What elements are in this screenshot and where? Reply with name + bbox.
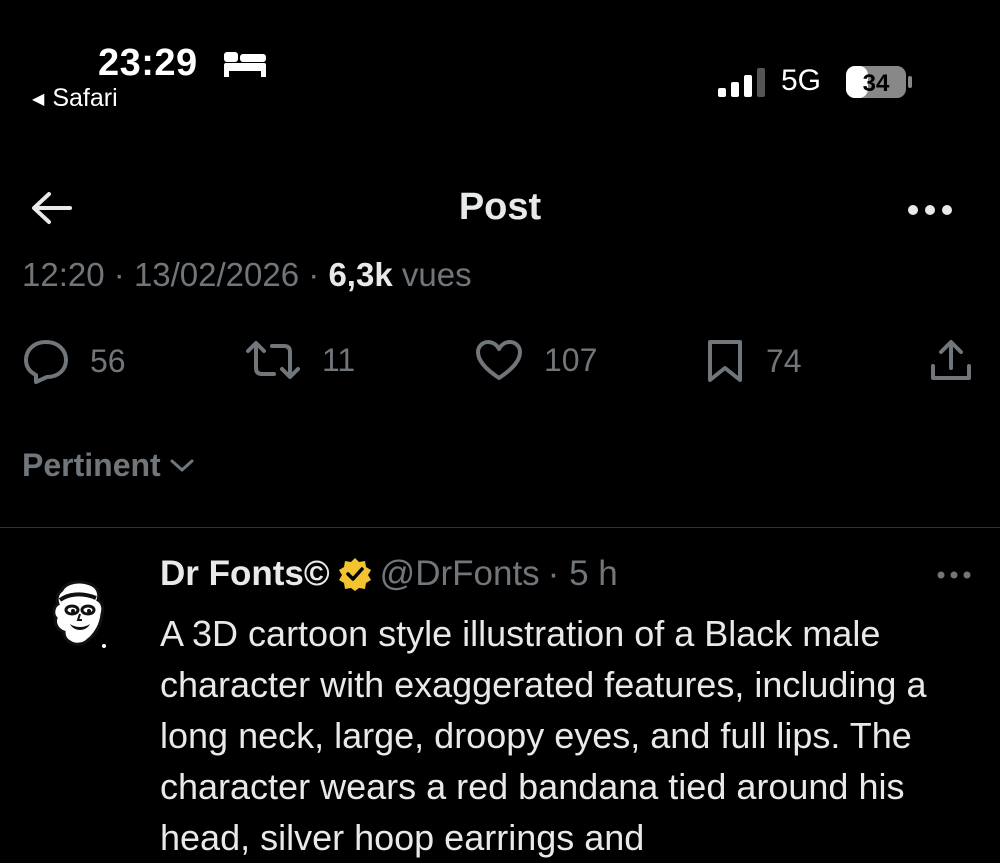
battery-icon: 34 xyxy=(845,64,915,105)
more-options-button[interactable] xyxy=(900,190,960,230)
post-date: 13/02/2026 xyxy=(133,256,300,293)
share-button[interactable] xyxy=(928,338,974,384)
reply-header: Dr Fonts© @DrFonts · 5 h xyxy=(160,554,618,594)
share-icon xyxy=(931,340,971,380)
reply-button[interactable]: 56 xyxy=(22,338,126,384)
sleep-icon xyxy=(222,48,268,83)
author-handle[interactable]: @DrFonts xyxy=(380,554,540,594)
divider xyxy=(0,527,1000,528)
back-app-label: Safari xyxy=(52,84,118,112)
like-button[interactable]: 107 xyxy=(474,338,597,382)
sort-dropdown[interactable]: Pertinent xyxy=(22,447,195,484)
reply-icon xyxy=(24,340,68,384)
sort-label: Pertinent xyxy=(22,447,161,483)
verified-badge-icon xyxy=(338,558,371,591)
back-triangle-icon: ◀ xyxy=(32,90,45,108)
post-meta: 12:20 · 13/02/2026 · 6,3k vues xyxy=(22,256,472,293)
views-count: 6,3k xyxy=(328,256,393,293)
signal-icon xyxy=(716,66,768,105)
chevron-down-icon xyxy=(170,459,194,471)
reply-time: 5 h xyxy=(569,554,618,593)
bookmark-count: 74 xyxy=(766,342,802,379)
more-icon xyxy=(937,571,971,579)
network-label: 5G xyxy=(781,64,822,97)
more-icon xyxy=(908,205,952,215)
like-icon xyxy=(476,340,522,380)
reply-count: 56 xyxy=(90,342,126,379)
repost-count: 11 xyxy=(322,341,356,378)
post-time: 12:20 xyxy=(22,256,105,293)
repost-button[interactable]: 11 xyxy=(244,338,355,382)
bookmark-button[interactable]: 74 xyxy=(704,338,802,384)
avatar[interactable] xyxy=(46,578,112,652)
like-count: 107 xyxy=(544,341,598,378)
views-label: vues xyxy=(401,256,472,293)
author-name[interactable]: Dr Fonts© xyxy=(160,554,330,594)
separator-dot: · xyxy=(547,554,560,593)
reply-text: A 3D cartoon style illustration of a Bla… xyxy=(160,613,927,858)
bookmark-icon xyxy=(708,340,742,382)
status-time: 23:29 xyxy=(98,42,198,84)
repost-icon xyxy=(246,341,300,379)
back-to-app-link[interactable]: ◀ Safari xyxy=(32,84,118,113)
reply-more-button[interactable] xyxy=(934,560,974,590)
page-title: Post xyxy=(458,186,542,228)
battery-level: 34 xyxy=(863,70,890,97)
